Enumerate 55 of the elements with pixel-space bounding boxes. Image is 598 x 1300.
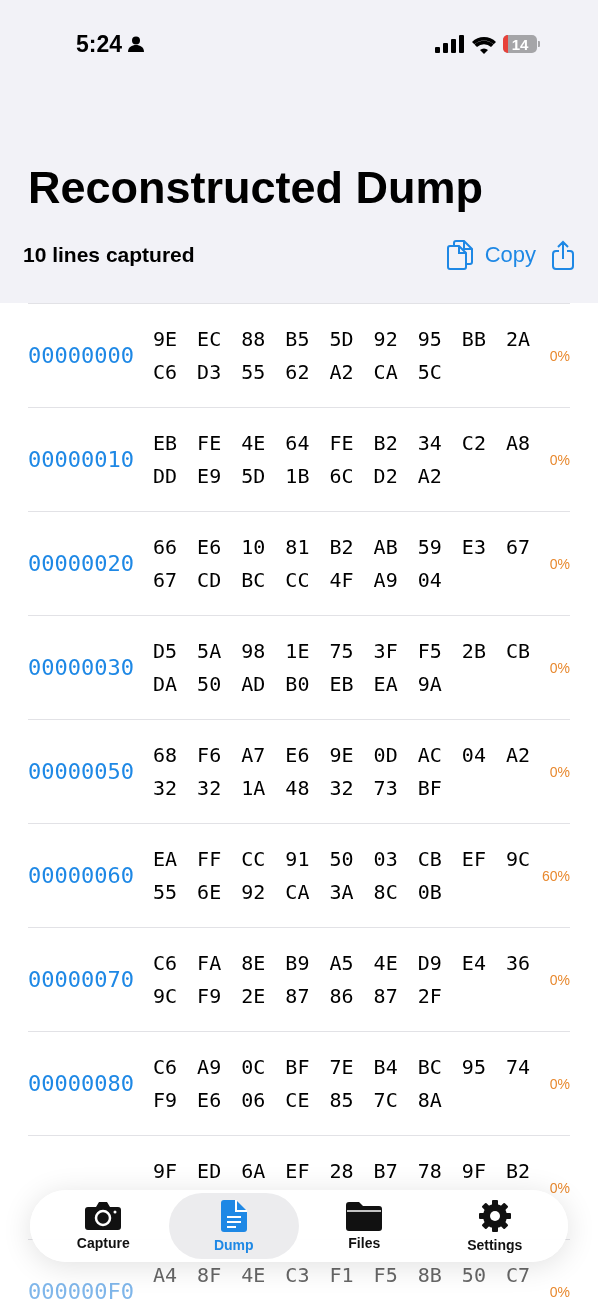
copy-button[interactable]: Copy (446, 240, 536, 270)
match-percent: 60% (541, 867, 570, 884)
offset-link[interactable]: 00000060 (28, 863, 153, 888)
signal-icon (435, 35, 465, 53)
wifi-icon (471, 34, 497, 54)
lines-count: 10 lines captured (23, 243, 195, 267)
match-percent: 0% (549, 451, 570, 468)
hex-bytes: 9E EC 88 B5 5D 92 95 BB 2A (153, 326, 532, 353)
offset-link[interactable]: 00000080 (28, 1071, 153, 1096)
hex-bytes: DA 50 AD B0 EB EA 9A (153, 671, 443, 698)
offset-link[interactable]: 000000F0 (28, 1279, 153, 1300)
hex-bytes: C6 D3 55 62 A2 CA 5C (153, 359, 443, 386)
hex-bytes: DD E9 5D 1B 6C D2 A2 (153, 463, 443, 490)
document-icon (219, 1199, 248, 1233)
hex-bytes: 9F ED 6A EF 28 B7 78 9F B2 (153, 1158, 532, 1185)
hex-bytes: 9C F9 2E 87 86 87 2F (153, 983, 443, 1010)
hex-bytes: 66 E6 10 81 B2 AB 59 E3 67 (153, 534, 532, 561)
hex-bytes: 67 CD BC CC 4F A9 04 (153, 567, 443, 594)
status-time: 5:24 (76, 30, 123, 58)
match-percent: 0% (549, 763, 570, 780)
hex-bytes: A4 8F 4E C3 F1 F5 8B 50 C7 (153, 1262, 532, 1289)
offset-link[interactable]: 00000010 (28, 447, 153, 472)
person-icon (128, 36, 145, 52)
hex-bytes: 55 6E 92 CA 3A 8C 0B (153, 879, 443, 906)
share-icon[interactable] (552, 240, 574, 270)
tab-button[interactable]: Dump (168, 1193, 299, 1259)
copy-icon (446, 240, 473, 270)
offset-link[interactable]: 00000070 (28, 967, 153, 992)
hex-bytes: 68 F6 A7 E6 9E 0D AC 04 A2 (153, 742, 532, 769)
hex-bytes: EA FF CC 91 50 03 CB EF 9C (153, 846, 532, 873)
tab-button[interactable]: Settings (429, 1193, 560, 1259)
match-percent: 0% (549, 1283, 570, 1300)
match-percent: 0% (549, 1179, 570, 1196)
tab-button[interactable]: Files (299, 1193, 430, 1259)
hex-bytes: EB FE 4E 64 FE B2 34 C2 A8 (153, 430, 532, 457)
folder-icon (346, 1201, 383, 1231)
settings-icon (477, 1199, 512, 1233)
hex-bytes: F9 E6 06 CE 85 7C 8A (153, 1087, 443, 1114)
offset-link[interactable]: 00000000 (28, 343, 153, 368)
offset-link[interactable]: 00000030 (28, 655, 153, 680)
match-percent: 0% (549, 971, 570, 988)
offset-link[interactable]: 00000020 (28, 551, 153, 576)
hex-bytes: C6 FA 8E B9 A5 4E D9 E4 36 (153, 950, 532, 977)
match-percent: 0% (549, 659, 570, 676)
offset-link[interactable]: 00000050 (28, 759, 153, 784)
hex-bytes: D5 5A 98 1E 75 3F F5 2B CB (153, 638, 532, 665)
match-percent: 0% (549, 347, 570, 364)
match-percent: 0% (549, 1075, 570, 1092)
hex-bytes: C6 A9 0C BF 7E B4 BC 95 74 (153, 1054, 532, 1081)
page-title: Reconstructed Dump (28, 162, 485, 214)
camera-icon (84, 1201, 123, 1231)
match-percent: 0% (549, 555, 570, 572)
battery-icon: 14 (503, 35, 537, 53)
hex-bytes: 32 32 1A 48 32 73 BF (153, 775, 443, 802)
tab-button[interactable]: Capture (38, 1193, 169, 1259)
